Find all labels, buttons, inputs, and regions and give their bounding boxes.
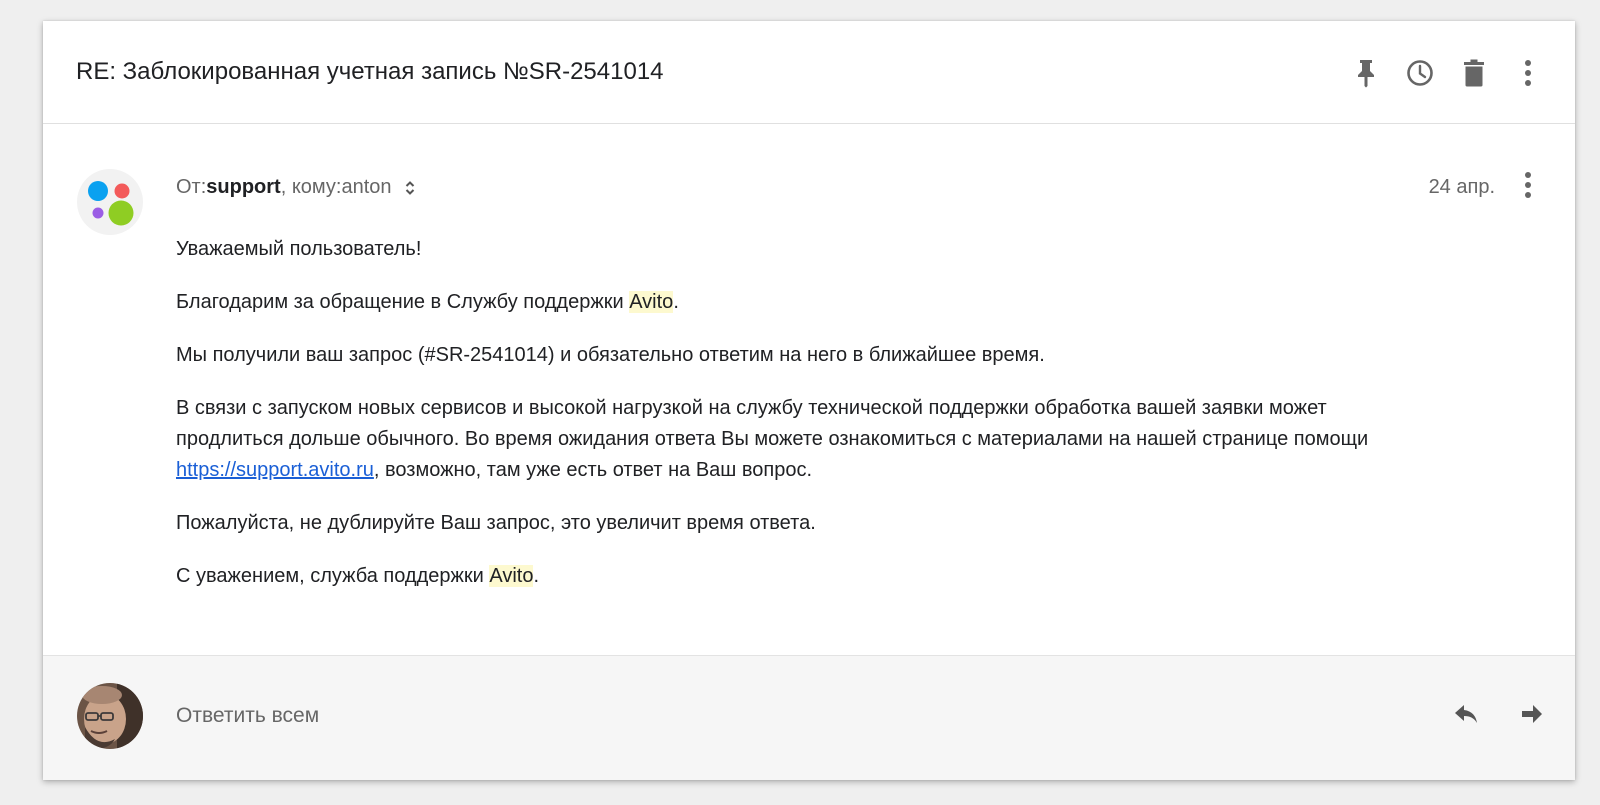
email-message: От: support , кому: anton 24 апр. Уважае… xyxy=(43,124,1575,654)
paragraph-thanks: Благодарим за обращение в Службу поддерж… xyxy=(176,287,1436,318)
text-segment: . xyxy=(533,565,540,587)
reply-button[interactable] xyxy=(1433,696,1499,736)
forward-icon xyxy=(1520,703,1544,730)
forward-button[interactable] xyxy=(1499,696,1565,736)
more-vertical-icon xyxy=(1524,171,1532,204)
highlighted-brand: Avito xyxy=(629,291,674,313)
support-link[interactable]: https://support.avito.ru xyxy=(176,459,374,481)
recipient-name: anton xyxy=(341,176,392,198)
text-segment: . xyxy=(673,291,679,313)
clock-icon xyxy=(1405,58,1435,88)
text-segment: , возможно, там уже есть ответ на Ваш во… xyxy=(373,459,813,481)
expand-details-icon[interactable] xyxy=(404,179,416,197)
paragraph-greeting: Уважаемый пользователь! xyxy=(176,238,422,260)
from-label: От: xyxy=(176,176,207,198)
message-date: 24 апр. xyxy=(1428,176,1495,198)
snooze-button[interactable] xyxy=(1393,53,1447,93)
user-photo-icon xyxy=(77,683,143,749)
user-avatar xyxy=(77,683,143,749)
more-options-button[interactable] xyxy=(1501,53,1555,93)
more-vertical-icon xyxy=(1524,59,1532,87)
paragraph-signature: С уважением, служба поддержки Avito. xyxy=(176,561,1436,592)
sender-avatar xyxy=(77,169,143,235)
highlighted-brand: Avito xyxy=(489,565,534,587)
sender-name: support xyxy=(206,176,281,198)
text-segment: Благодарим за обращение в Службу поддерж… xyxy=(176,291,630,313)
pin-icon xyxy=(1354,58,1378,88)
paragraph-received: Мы получили ваш запрос (#SR-2541014) и о… xyxy=(176,344,1045,366)
header-toolbar xyxy=(1339,53,1555,93)
reply-bar: Ответить всем xyxy=(43,655,1575,780)
email-header: RE: Заблокированная учетная запись №SR-2… xyxy=(43,21,1575,124)
reply-all-button[interactable]: Ответить всем xyxy=(176,704,319,728)
paragraph-no-duplicates: Пожалуйста, не дублируйте Ваш запрос, эт… xyxy=(176,512,816,534)
to-label: , кому: xyxy=(280,176,342,198)
text-segment: В связи с запуском новых сервисов и высо… xyxy=(176,397,1369,450)
avito-logo-icon xyxy=(88,181,134,226)
text-segment: С уважением, служба поддержки xyxy=(176,565,490,587)
message-body: Уважаемый пользователь! Благодарим за об… xyxy=(176,234,1436,614)
message-more-button[interactable] xyxy=(1501,167,1555,207)
message-meta: От: support , кому: anton xyxy=(176,176,416,199)
reply-actions xyxy=(1433,696,1565,736)
email-subject: RE: Заблокированная учетная запись №SR-2… xyxy=(76,58,664,85)
trash-icon xyxy=(1462,58,1486,88)
reply-icon xyxy=(1453,703,1479,730)
email-card: RE: Заблокированная учетная запись №SR-2… xyxy=(43,21,1575,780)
pin-button[interactable] xyxy=(1339,53,1393,93)
paragraph-load-notice: В связи с запуском новых сервисов и высо… xyxy=(176,393,1436,486)
delete-button[interactable] xyxy=(1447,53,1501,93)
